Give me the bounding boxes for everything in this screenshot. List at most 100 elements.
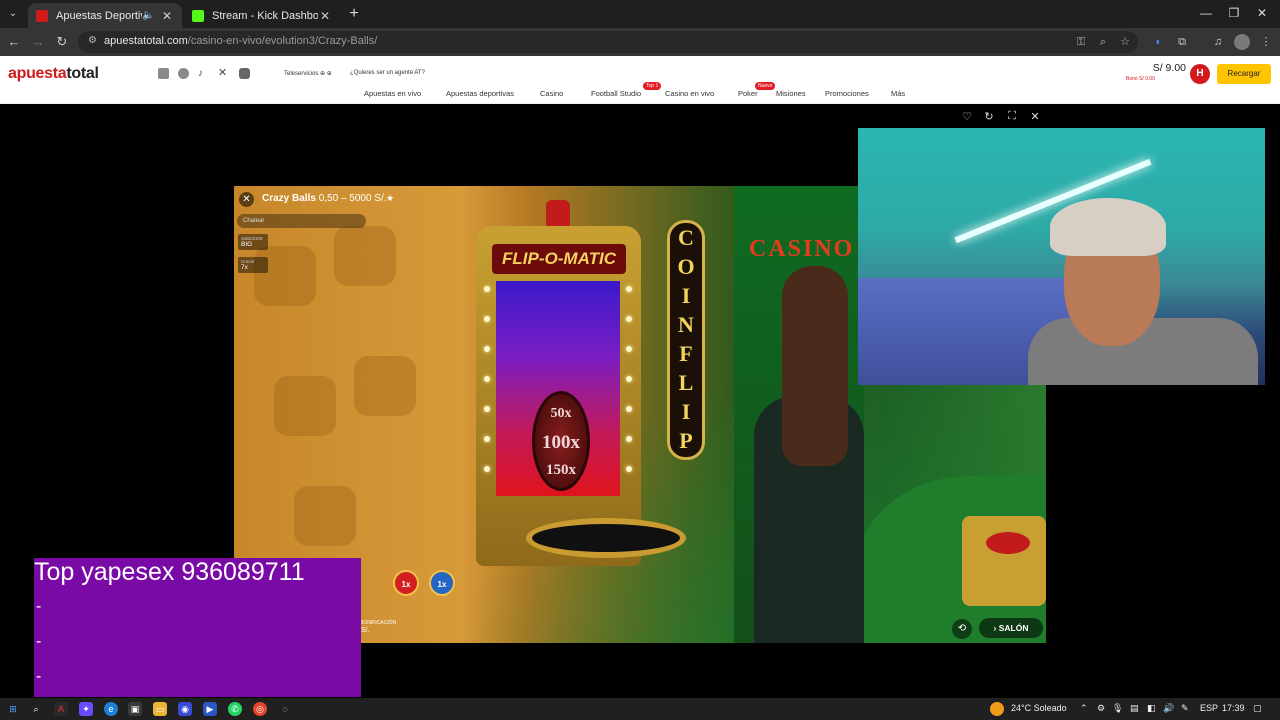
nav-promociones[interactable]: Promociones (825, 89, 869, 98)
restore-icon[interactable]: ❐ (1224, 6, 1244, 20)
bet-chip-red[interactable]: 1x (393, 570, 419, 596)
apuestatotal-logo[interactable]: apuestatotal (8, 65, 99, 83)
ball-funnel (526, 518, 686, 558)
light-bulb (484, 466, 490, 472)
tray-chevron-icon[interactable]: ⌃ (1080, 703, 1088, 714)
fullscreen-icon[interactable]: ⛶ (1005, 110, 1019, 123)
plus-icon[interactable]: + (346, 6, 362, 22)
forward-icon[interactable]: → (30, 34, 46, 50)
url-bar[interactable]: ⚙ apuestatotal.com/casino-en-vivo/evolut… (78, 31, 1138, 53)
back-icon[interactable]: ← (6, 34, 22, 50)
close-game-icon[interactable]: ✕ (1028, 110, 1042, 123)
minimize-icon[interactable]: — (1196, 6, 1216, 20)
recargar-button[interactable]: Recargar (1217, 64, 1271, 84)
bet-chip-blue[interactable]: 1x (429, 570, 455, 596)
top-badge: Top 1 (643, 82, 662, 90)
store-icon[interactable]: ▣ (128, 702, 142, 716)
refresh-icon[interactable]: ↻ (982, 110, 996, 123)
media-control-icon[interactable]: ♫ (1210, 34, 1226, 50)
nav-casino-en-vivo[interactable]: Casino en vivo (665, 89, 714, 98)
nav-apuestas-en-vivo[interactable]: Apuestas en vivo (364, 89, 421, 98)
tab-apuesta-total[interactable]: Apuestas Deportivas Onlin 🔈 ✕ (28, 3, 182, 28)
close-window-icon[interactable]: ✕ (1252, 6, 1272, 20)
tray-icon[interactable]: ▤ (1130, 703, 1139, 714)
search-icon[interactable]: ⌕ (29, 702, 43, 716)
tab-kick-dashboard[interactable]: Stream - Kick Dashboard ✕ (184, 3, 340, 28)
file-explorer-icon[interactable]: ▭ (153, 702, 167, 716)
chat-input[interactable]: Chatear (237, 214, 366, 228)
pen-icon[interactable]: ✎ (1181, 703, 1189, 714)
favorite-heart-icon[interactable]: ♡ (960, 110, 974, 123)
profile-avatar[interactable] (1234, 34, 1250, 50)
obs-icon[interactable]: ◌ (278, 702, 292, 716)
sign-letter: N (678, 312, 694, 337)
weather-text[interactable]: 24°C Soleado (1011, 703, 1067, 713)
microphone-icon[interactable]: 🎙 (1112, 703, 1123, 714)
agent-link[interactable]: ¿Quieres ser un agente AT? (350, 70, 425, 76)
nav-poker[interactable]: Poker (738, 89, 758, 98)
instagram-icon[interactable] (158, 68, 169, 79)
speaker-icon[interactable]: 🔈 (142, 10, 156, 21)
tiktok-icon[interactable]: ♪ (198, 68, 209, 79)
streamer-webcam (858, 128, 1265, 385)
clock[interactable]: 17:39 (1222, 703, 1245, 713)
tray-icon[interactable]: ◧ (1147, 703, 1156, 714)
streamer-cap (1050, 198, 1166, 256)
notifications-icon[interactable]: ▢ (1253, 703, 1262, 714)
edge-icon[interactable]: e (104, 702, 118, 716)
tray-app-icon[interactable]: ⚙ (1097, 703, 1105, 714)
light-bulb (626, 436, 632, 442)
meet-icon[interactable]: ▶ (203, 702, 217, 716)
nav-mas[interactable]: Más (891, 89, 905, 98)
url-path: /casino-en-vivo/evolution3/Crazy-Balls/ (187, 35, 378, 47)
copilot-icon[interactable]: ✦ (79, 702, 93, 716)
bonus-label: BONIFICACIÓN (360, 620, 397, 626)
nav-misiones[interactable]: Misiones (776, 89, 806, 98)
teleservicios-text: Teleservicios (284, 71, 319, 77)
chrome-icon[interactable]: ◎ (253, 702, 267, 716)
volume-icon[interactable]: 🔊 (1163, 703, 1174, 714)
extension-icon[interactable]: ◗ (1150, 34, 1166, 50)
favorite-star-icon[interactable]: ★ (386, 193, 394, 204)
browser-menu-icon[interactable]: ⋮ (1258, 34, 1274, 50)
windows-start-icon[interactable]: ⊞ (6, 702, 20, 716)
url-text[interactable]: apuestatotal.com/casino-en-vivo/evolutio… (104, 35, 377, 47)
site-info-icon[interactable]: ⚙ (88, 35, 100, 47)
machine-top-light (546, 200, 570, 226)
language-indicator[interactable]: ESP (1200, 703, 1218, 713)
stat-box: Crecer 7x (238, 257, 268, 273)
facebook-icon[interactable] (178, 68, 189, 79)
tab-search-icon[interactable]: ⌄ (6, 7, 20, 21)
close-tab-icon[interactable]: ✕ (318, 9, 332, 23)
balance-amount[interactable]: S/ 9.00 (1138, 62, 1186, 74)
sign-letter: F (679, 341, 693, 366)
teleservicios-link[interactable]: Teleservicios ⊕ ⊕ (284, 70, 332, 77)
bonus-amount: Bono S/ 0.00 (1126, 76, 1155, 82)
extensions-puzzle-icon[interactable]: ⧉ (1174, 34, 1190, 50)
light-bulb (626, 406, 632, 412)
stream-promo-overlay: Top yapesex 936089711 - - - (34, 558, 361, 697)
ai-app-icon[interactable]: A (54, 702, 68, 716)
url-host: apuestatotal.com (104, 35, 188, 47)
flip-o-matic-machine: FLIP-O-MATIC 50x 100x 150x (476, 226, 641, 566)
whatsapp-icon[interactable]: ✆ (228, 702, 242, 716)
close-game-button[interactable]: ✕ (239, 192, 254, 207)
history-icon[interactable]: ⟲ (952, 619, 972, 639)
youtube-icon[interactable] (239, 68, 250, 79)
close-tab-icon[interactable]: ✕ (160, 9, 174, 23)
nav-football-studio[interactable]: Football Studio (591, 89, 641, 98)
bookmark-star-icon[interactable]: ☆ (1118, 35, 1132, 49)
light-bulb (626, 316, 632, 322)
salon-button[interactable]: › SALÓN (979, 618, 1043, 638)
user-avatar[interactable]: H (1190, 64, 1210, 84)
windows-taskbar: ⊞ ⌕ A ✦ e ▣ ▭ ◉ ▶ ✆ ◎ ◌ 24°C Soleado ⌃ ⚙… (0, 698, 1280, 720)
x-twitter-icon[interactable]: ✕ (218, 68, 229, 79)
reload-icon[interactable]: ↻ (54, 34, 70, 50)
password-key-icon[interactable]: ⚿ (1074, 35, 1088, 49)
nav-casino[interactable]: Casino (540, 89, 563, 98)
discord-icon[interactable]: ◉ (178, 702, 192, 716)
nav-apuestas-deportivas[interactable]: Apuestas deportivas (446, 89, 514, 98)
coin-value: 150x (546, 462, 576, 478)
zoom-icon[interactable]: ⌕ (1096, 35, 1110, 49)
light-bulb (484, 406, 490, 412)
